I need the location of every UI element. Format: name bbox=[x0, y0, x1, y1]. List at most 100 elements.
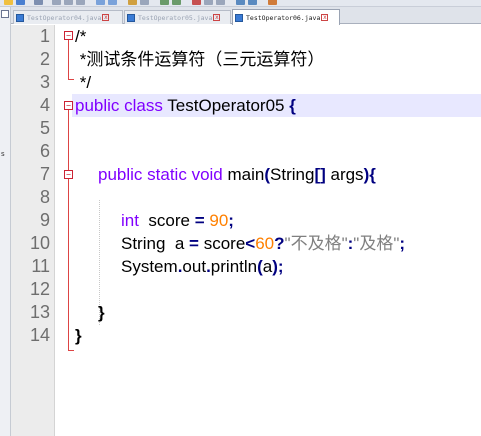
code-line-6: 6 bbox=[11, 140, 481, 163]
tab-bar: TestOperator04.java x TestOperator05.jav… bbox=[11, 7, 481, 25]
play-macro-icon[interactable] bbox=[216, 0, 225, 5]
word-wrap-icon[interactable] bbox=[248, 0, 257, 5]
closing-brace: } bbox=[98, 303, 105, 322]
copy-icon[interactable] bbox=[64, 0, 73, 5]
type-name: String bbox=[270, 165, 315, 184]
close-icon[interactable]: x bbox=[213, 14, 221, 21]
method-name: main bbox=[222, 165, 265, 184]
find-icon[interactable] bbox=[128, 0, 137, 5]
code-line-1: 1 − /* bbox=[11, 25, 481, 48]
closing-brace: } bbox=[75, 326, 82, 345]
number-literal: 90 bbox=[204, 211, 229, 230]
operator: < bbox=[245, 234, 256, 253]
method-name: println bbox=[210, 257, 258, 276]
code-text: public static void main(String[] args){ bbox=[98, 164, 376, 185]
cut-icon[interactable] bbox=[52, 0, 61, 5]
code-text: public class TestOperator05 { bbox=[75, 95, 296, 116]
code-line-5: 5 bbox=[11, 117, 481, 140]
fold-toggle-icon[interactable]: − bbox=[64, 170, 73, 179]
print-icon[interactable] bbox=[34, 0, 43, 5]
open-file-icon[interactable] bbox=[4, 0, 13, 5]
argument: a bbox=[262, 257, 273, 276]
code-line-14: 14 } bbox=[11, 324, 481, 347]
code-line-11: 11 System.out.println(a); bbox=[11, 255, 481, 278]
line-number: 11 bbox=[31, 256, 50, 276]
undo-icon[interactable] bbox=[96, 0, 105, 5]
tab-label: TestOperator05.java bbox=[138, 13, 213, 22]
close-icon[interactable]: x bbox=[102, 14, 110, 21]
save-icon[interactable] bbox=[16, 0, 25, 5]
toolbar bbox=[0, 0, 481, 7]
code-text: *测试条件运算符（三元运算符） bbox=[75, 50, 325, 69]
keyword: void bbox=[191, 165, 223, 184]
string-literal: "及格" bbox=[353, 234, 400, 253]
class-name: TestOperator05 bbox=[162, 96, 290, 115]
paste-icon[interactable] bbox=[76, 0, 85, 5]
tab-testoperator04[interactable]: TestOperator04.java x bbox=[13, 10, 123, 24]
brace: { bbox=[289, 96, 296, 115]
variable: score bbox=[198, 234, 246, 253]
keyword: int bbox=[121, 211, 139, 230]
variable: a bbox=[165, 234, 190, 253]
file-icon bbox=[235, 13, 243, 22]
line-number: 2 bbox=[39, 49, 50, 69]
string-literal: "不及格" bbox=[284, 234, 348, 253]
line-number: 8 bbox=[39, 187, 50, 207]
class-name: System bbox=[121, 257, 178, 276]
fold-toggle-icon[interactable]: − bbox=[64, 31, 73, 40]
code-line-8: 8 bbox=[11, 186, 481, 209]
brackets: [] bbox=[314, 165, 326, 184]
replace-icon[interactable] bbox=[140, 0, 149, 5]
field-name: out bbox=[182, 257, 207, 276]
code-text: */ bbox=[75, 73, 92, 92]
line-number: 1 bbox=[39, 26, 50, 46]
line-number: 13 bbox=[29, 302, 50, 322]
fold-guide-end bbox=[68, 350, 74, 351]
line-number: 4 bbox=[39, 95, 50, 115]
line-number: 10 bbox=[29, 233, 50, 253]
operator: ? bbox=[274, 234, 285, 253]
code-line-13: 13 } bbox=[11, 301, 481, 324]
code-text: int score = 90; bbox=[121, 210, 234, 231]
operator: = bbox=[194, 211, 205, 230]
semicolon: ; bbox=[228, 211, 234, 230]
code-line-12: 12 bbox=[11, 278, 481, 301]
keyword: class bbox=[124, 96, 163, 115]
stop-macro-icon[interactable] bbox=[204, 0, 213, 5]
side-panel-label: s bbox=[1, 150, 5, 158]
sync-scroll-icon[interactable] bbox=[236, 0, 245, 5]
record-macro-icon[interactable] bbox=[192, 0, 201, 5]
fold-toggle-icon[interactable]: − bbox=[64, 101, 73, 110]
code-line-2: 2 *测试条件运算符（三元运算符） bbox=[11, 48, 481, 71]
number-literal: 60 bbox=[255, 234, 275, 253]
line-number: 3 bbox=[39, 72, 50, 92]
zoom-in-icon[interactable] bbox=[160, 0, 169, 5]
code-line-10: 10 String a = score<60?"不及格":"及格"; bbox=[11, 232, 481, 255]
tab-label: TestOperator06.java bbox=[246, 13, 321, 22]
code-editor[interactable]: 1 − /* 2 *测试条件运算符（三元运算符） 3 */ 4 − public… bbox=[11, 25, 481, 436]
code-text: System.out.println(a); bbox=[121, 256, 284, 277]
file-icon bbox=[127, 13, 135, 22]
zoom-out-icon[interactable] bbox=[172, 0, 181, 5]
code-text: String a = score<60?"不及格":"及格"; bbox=[121, 233, 405, 254]
line-number: 14 bbox=[29, 325, 50, 345]
panel-icon[interactable] bbox=[1, 10, 9, 18]
line-number: 12 bbox=[29, 279, 50, 299]
line-number: 6 bbox=[39, 141, 50, 161]
line-number: 9 bbox=[39, 210, 50, 230]
keyword: public bbox=[75, 96, 120, 115]
tab-testoperator06[interactable]: TestOperator06.java x bbox=[232, 9, 340, 25]
type-name: String bbox=[121, 234, 166, 253]
file-icon bbox=[16, 13, 24, 22]
brace: { bbox=[369, 165, 376, 184]
param-name: args bbox=[325, 165, 364, 184]
semicolon: ; bbox=[277, 257, 284, 276]
line-number: 5 bbox=[39, 118, 50, 138]
tab-testoperator05[interactable]: TestOperator05.java x bbox=[124, 10, 231, 24]
code-line-7: 7 − public static void main(String[] arg… bbox=[11, 163, 481, 186]
close-icon[interactable]: x bbox=[321, 14, 329, 21]
side-panel: s bbox=[0, 7, 11, 436]
code-line-4-current: 4 − public class TestOperator05 { bbox=[11, 94, 481, 117]
redo-icon[interactable] bbox=[108, 0, 117, 5]
launch-icon[interactable] bbox=[268, 0, 277, 5]
